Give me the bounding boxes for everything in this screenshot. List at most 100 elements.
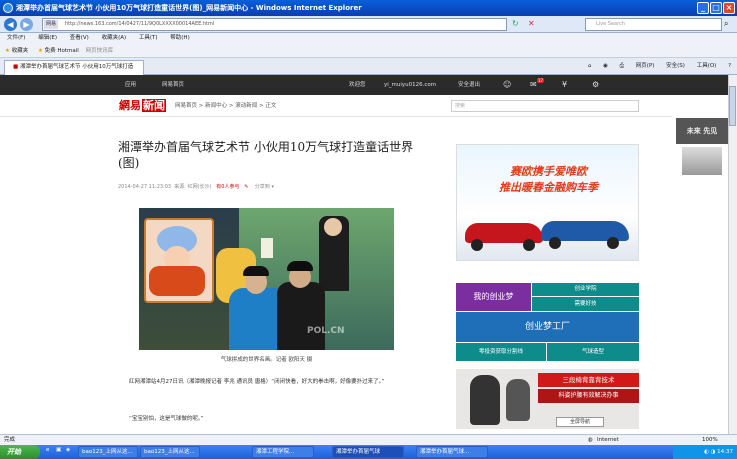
favorites-bar: ★ 收藏夹 ★ 免费 Hotmail 网页快讯库 bbox=[0, 44, 737, 58]
stop-icon[interactable]: ✕ bbox=[528, 19, 535, 28]
fav-item-webslice[interactable]: 网页快讯库 bbox=[86, 48, 114, 54]
balloon-body bbox=[149, 266, 205, 296]
quicklaunch-ie-icon[interactable]: e bbox=[46, 447, 49, 453]
car-ad-line-1: 赛欧携手爱唯欧 bbox=[510, 165, 587, 178]
netease-news-logo[interactable]: 網易 新闻 bbox=[118, 99, 166, 113]
chair-ad-line-1: 三段椅背靠背技术 bbox=[538, 373, 639, 387]
taskbar-item-3[interactable]: 湘潭工程学院... bbox=[252, 446, 314, 458]
tools-menu[interactable]: 工具(O) bbox=[697, 63, 717, 69]
taskbar-item-4[interactable]: 湘潭举办首届气球 bbox=[332, 446, 404, 458]
chair-ad[interactable]: 三段椅背靠背技术 科姿护腰有效解决办事 全屏导航 bbox=[456, 369, 639, 429]
menu-file[interactable]: 文件(F) bbox=[7, 35, 25, 41]
person-black-shirt bbox=[277, 282, 325, 350]
scrollbar-thumb[interactable] bbox=[729, 86, 736, 126]
window-title-bar[interactable]: 湘潭举办首届气球艺术节 小伙用10万气球打造童话世界(图)_网易新闻中心 - W… bbox=[0, 0, 737, 16]
site-top-nav: 应用 网易首页 欢迎您 yi_muiyu0126.com 安全退出 ☺ ✉ 17… bbox=[0, 75, 728, 95]
qq-icon[interactable]: ☺ bbox=[503, 75, 511, 95]
menu-tools[interactable]: 工具(T) bbox=[139, 35, 158, 41]
go-icon[interactable]: ↻ bbox=[512, 19, 519, 28]
maximize-button[interactable]: □ bbox=[710, 2, 722, 14]
back-icon[interactable]: ◀ bbox=[4, 18, 17, 31]
article-time: 2014-04-27 11:23:03 bbox=[118, 184, 172, 190]
fav-item-hotmail[interactable]: 免费 Hotmail bbox=[45, 48, 79, 54]
car-ad-line-2: 推出暖春金融购车季 bbox=[499, 181, 598, 194]
right-edge-ad[interactable]: 未来 先见 bbox=[672, 101, 728, 177]
address-site-tag: 网易 bbox=[44, 20, 59, 29]
startup-ad-workshop[interactable]: 创业梦工厂 bbox=[456, 312, 639, 342]
add-favorite-icon[interactable]: ★ bbox=[38, 48, 43, 54]
startup-ad-college[interactable]: 创业学院 bbox=[532, 283, 639, 296]
crumb-home[interactable]: 网易首页 bbox=[175, 103, 197, 109]
taskbar-item-2[interactable]: bao123_上网从这... bbox=[140, 446, 200, 458]
help-icon[interactable]: ? bbox=[728, 63, 731, 69]
fullscreen-nav-button[interactable]: 全屏导航 bbox=[556, 417, 604, 427]
article-comments[interactable]: 有0人参与 bbox=[216, 184, 239, 190]
crumb-current: 正文 bbox=[265, 103, 277, 109]
search-icon[interactable]: ⌕ bbox=[724, 19, 728, 29]
article-title: 湘潭举办首届气球艺术节 小伙用10万气球打造童话世界(图) bbox=[118, 140, 414, 170]
favorites-label[interactable]: 收藏夹 bbox=[12, 48, 29, 54]
balloon-decoration bbox=[261, 238, 273, 258]
search-input[interactable]: Live Search bbox=[585, 18, 722, 31]
address-input[interactable]: 网易 http://news.163.com/14/0427/11/9Q0LXX… bbox=[42, 18, 507, 31]
minimize-button[interactable]: _ bbox=[697, 2, 709, 14]
chevron-down-icon[interactable]: ▾ bbox=[271, 184, 274, 190]
close-button[interactable]: × bbox=[723, 2, 735, 14]
mail-icon[interactable]: ✉ bbox=[530, 75, 537, 95]
page-viewport: 应用 网易首页 欢迎您 yi_muiyu0126.com 安全退出 ☺ ✉ 17… bbox=[0, 75, 728, 434]
command-bar: ⌂ ◉ ⎙ 网页(P) 安全(S) 工具(O) ? bbox=[578, 58, 731, 75]
status-bar: 完成 ◍ Internet 100% bbox=[0, 434, 737, 445]
nav-apps[interactable]: 应用 bbox=[125, 75, 136, 95]
right-edge-ad-text: 未来 先见 bbox=[676, 118, 728, 144]
crumb-rolling[interactable]: 滚动新闻 bbox=[235, 103, 257, 109]
breadcrumb: 网易首页 > 新闻中心 > 滚动新闻 > 正文 bbox=[175, 103, 277, 109]
menu-help[interactable]: 帮助(H) bbox=[170, 35, 189, 41]
chair-ad-line-2: 科姿护腰有效解决办事 bbox=[538, 389, 639, 403]
ie-icon bbox=[3, 3, 13, 13]
site-search-input[interactable]: 搜索 bbox=[451, 100, 639, 112]
start-button[interactable]: 开始 bbox=[0, 445, 40, 459]
article-paragraph-2: “宝宝别怕，这是气球做的呢。” bbox=[129, 416, 204, 422]
share-label[interactable]: 分享到 bbox=[255, 184, 270, 190]
tab-current[interactable]: ■ 湘潭举办首届气球艺术节 小伙用10万气球打造 bbox=[4, 60, 144, 75]
logo-netease: 網易 bbox=[119, 99, 141, 112]
system-tray: ◐ ◑ 14:37 bbox=[673, 445, 737, 459]
article-meta: 2014-04-27 11:23:03 来源: 红网(长沙) 有0人参与 ✎ 分… bbox=[118, 183, 274, 190]
forward-icon[interactable]: ▶ bbox=[20, 18, 33, 31]
page-menu[interactable]: 网页(P) bbox=[636, 63, 655, 69]
startup-ad-main[interactable]: 我的创业梦 bbox=[456, 283, 531, 311]
search-placeholder: Live Search bbox=[596, 21, 625, 27]
home-icon[interactable]: ⌂ bbox=[588, 63, 592, 69]
quicklaunch-desktop-icon[interactable]: ▣ bbox=[56, 447, 61, 453]
startup-ad-skill[interactable]: 需要好技 bbox=[532, 297, 639, 311]
quicklaunch-media-icon[interactable]: ◈ bbox=[66, 447, 70, 453]
star-icon[interactable]: ★ bbox=[5, 48, 10, 54]
money-icon[interactable]: ¥ bbox=[562, 75, 567, 95]
startup-ad[interactable]: 我的创业梦 创业学院 需要好技 创业梦工厂 零投资获取分割线 气球造型 bbox=[456, 283, 639, 361]
startup-ad-bottom-left[interactable]: 零投资获取分割线 bbox=[456, 343, 546, 361]
logout-link[interactable]: 安全退出 bbox=[458, 75, 480, 95]
menu-favorites[interactable]: 收藏夹(A) bbox=[102, 35, 127, 41]
vertical-scrollbar[interactable] bbox=[728, 75, 737, 434]
nav-home[interactable]: 网易首页 bbox=[162, 75, 184, 95]
site-search-placeholder: 搜索 bbox=[455, 103, 466, 109]
tab-row: ■ 湘潭举办首届气球艺术节 小伙用10万气球打造 ⌂ ◉ ⎙ 网页(P) 安全(… bbox=[0, 58, 737, 75]
photo-watermark: POL.CN bbox=[307, 326, 345, 336]
page-favicon: ■ bbox=[13, 64, 19, 70]
feeds-icon[interactable]: ◉ bbox=[603, 63, 608, 69]
safety-menu[interactable]: 安全(S) bbox=[666, 63, 685, 69]
tray-icons[interactable]: ◐ ◑ bbox=[704, 449, 717, 455]
car-ad[interactable]: 赛欧携手爱唯欧 推出暖春金融购车季 bbox=[456, 144, 639, 261]
app-icon[interactable]: ⚙ bbox=[592, 75, 599, 95]
crumb-news[interactable]: 新闻中心 bbox=[205, 103, 227, 109]
taskbar-item-1[interactable]: bao123_上网从这... bbox=[78, 446, 138, 458]
mail-count-badge: 17 bbox=[537, 78, 545, 83]
menu-view[interactable]: 查看(V) bbox=[70, 35, 89, 41]
menu-edit[interactable]: 编辑(E) bbox=[38, 35, 57, 41]
welcome-text: 欢迎您 bbox=[349, 82, 366, 88]
print-icon[interactable]: ⎙ bbox=[620, 63, 624, 69]
taskbar-item-5[interactable]: 湘潭举办首届气球... bbox=[416, 446, 488, 458]
user-email[interactable]: yi_muiyu0126.com bbox=[384, 75, 436, 95]
startup-ad-bottom-right[interactable]: 气球造型 bbox=[547, 343, 639, 361]
article-source[interactable]: 来源: 红网(长沙) bbox=[174, 184, 211, 190]
